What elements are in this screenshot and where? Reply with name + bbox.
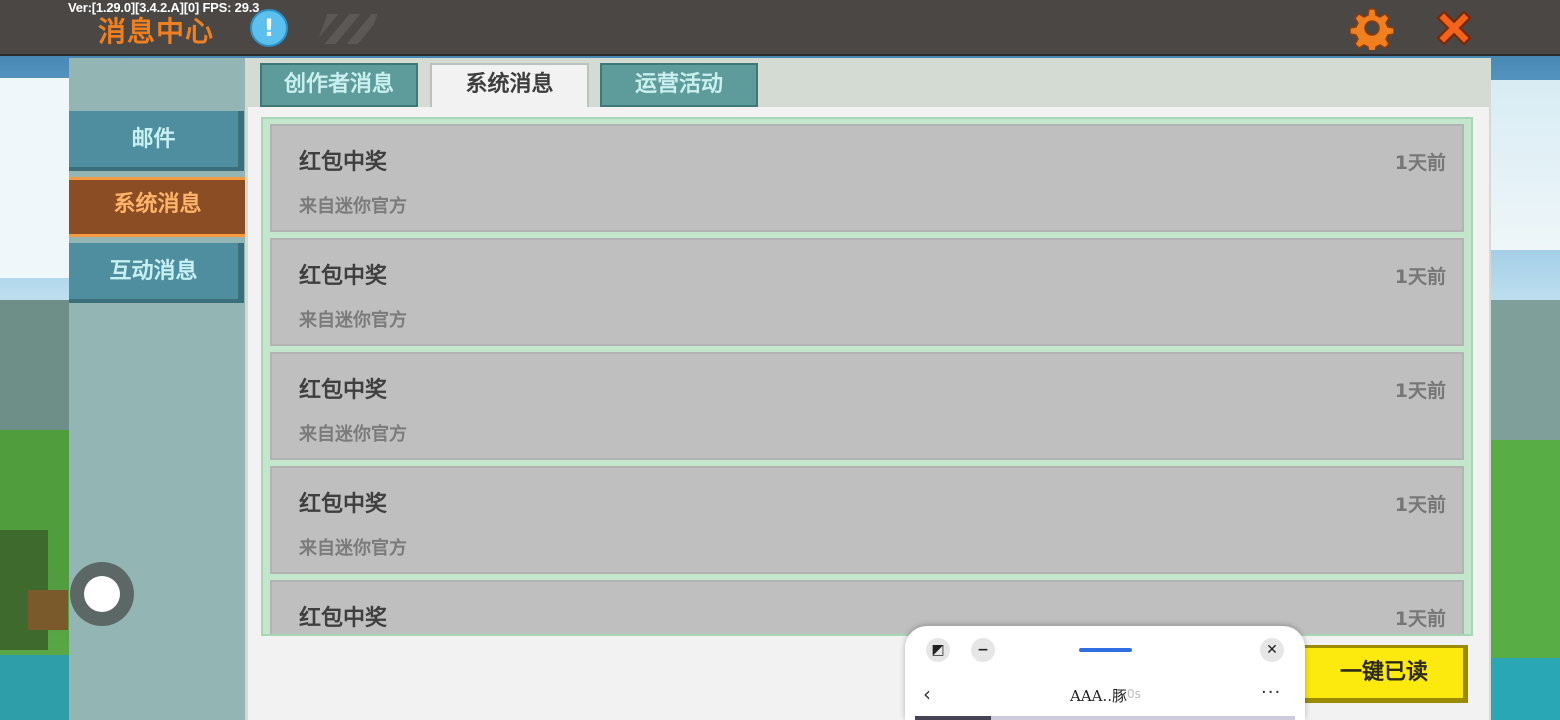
float-close-button[interactable]: ✕ — [1260, 638, 1284, 662]
sidebar-item-mail[interactable]: 邮件 — [69, 111, 244, 171]
tab-creator-messages[interactable]: 创作者消息 — [260, 63, 418, 107]
tab-label: 系统消息 — [465, 72, 554, 97]
tab-label: 运营活动 — [634, 72, 723, 97]
grass-right — [1490, 440, 1560, 660]
float-close-icon: ✕ — [1266, 642, 1278, 658]
water-left — [0, 655, 70, 720]
message-time: 1天前 — [1394, 152, 1446, 174]
minimize-button[interactable]: − — [971, 638, 995, 662]
message-time: 1天前 — [1394, 608, 1446, 630]
expand-button[interactable]: ◩ — [926, 638, 950, 662]
sidebar-item-interaction-messages[interactable]: 互动消息 — [69, 243, 244, 303]
dirt-block-left — [28, 590, 68, 630]
message-item[interactable]: 红包中奖 来自迷你官方 1天前 — [270, 238, 1464, 346]
message-title: 红包中奖 — [299, 378, 388, 403]
expand-icon: ◩ — [931, 642, 945, 658]
message-time: 1天前 — [1394, 266, 1446, 288]
message-item[interactable]: 红包中奖 来自迷你官方 1天前 — [270, 466, 1464, 574]
message-title: 红包中奖 — [299, 606, 388, 631]
header-stripe-decoration — [316, 14, 378, 44]
back-icon[interactable]: ‹ — [917, 682, 937, 706]
message-item[interactable]: 红包中奖 来自迷你官方 1天前 — [270, 352, 1464, 460]
mark-all-read-button[interactable]: 一键已读 — [1302, 645, 1468, 703]
info-icon[interactable]: ! — [250, 9, 288, 47]
message-source: 来自迷你官方 — [299, 196, 407, 217]
message-title: 红包中奖 — [299, 264, 388, 289]
message-time: 1天前 — [1394, 494, 1446, 516]
cloud-left — [0, 78, 70, 278]
mark-all-read-label: 一键已读 — [1339, 660, 1428, 685]
water-right — [1490, 658, 1560, 720]
tab-system-messages[interactable]: 系统消息 — [430, 63, 589, 109]
joystick-knob[interactable] — [84, 576, 120, 612]
sidebar-item-label: 邮件 — [131, 127, 176, 152]
hill-right — [1490, 300, 1560, 440]
sidebar-item-label: 互动消息 — [109, 259, 198, 284]
tab-label: 创作者消息 — [283, 72, 394, 97]
message-title: 红包中奖 — [299, 492, 388, 517]
gear-icon[interactable] — [1350, 6, 1394, 50]
drag-handle[interactable] — [1079, 648, 1132, 652]
message-source: 来自迷你官方 — [299, 424, 407, 445]
tab-operation-events[interactable]: 运营活动 — [600, 63, 758, 107]
message-source: 来自迷你官方 — [299, 310, 407, 331]
message-list[interactable]: 红包中奖 来自迷你官方 1天前 红包中奖 来自迷你官方 1天前 红包中奖 来自迷… — [261, 117, 1473, 636]
message-time: 1天前 — [1394, 380, 1446, 402]
more-icon[interactable]: ··· — [1261, 682, 1281, 703]
message-item[interactable]: 红包中奖 来自迷你官方 1天前 — [270, 124, 1464, 232]
close-icon[interactable] — [1432, 6, 1476, 50]
cloud-right — [1490, 80, 1560, 250]
sidebar-item-system-messages[interactable]: 系统消息 — [69, 177, 252, 237]
floating-window-title: AAA..豚 — [1070, 687, 1128, 705]
message-source: 来自迷你官方 — [299, 538, 407, 559]
message-title: 红包中奖 — [299, 150, 388, 175]
minimize-icon: − — [977, 642, 989, 658]
floating-window: ◩ − ✕ ‹ AAA..豚 0s ··· — [905, 626, 1305, 720]
floating-window-badge: 0s — [1127, 687, 1141, 701]
sidebar-item-label: 系统消息 — [113, 192, 202, 217]
floating-window-content-strip — [915, 716, 1295, 720]
page-title: 消息中心 — [98, 15, 215, 48]
hill-left — [0, 300, 70, 430]
